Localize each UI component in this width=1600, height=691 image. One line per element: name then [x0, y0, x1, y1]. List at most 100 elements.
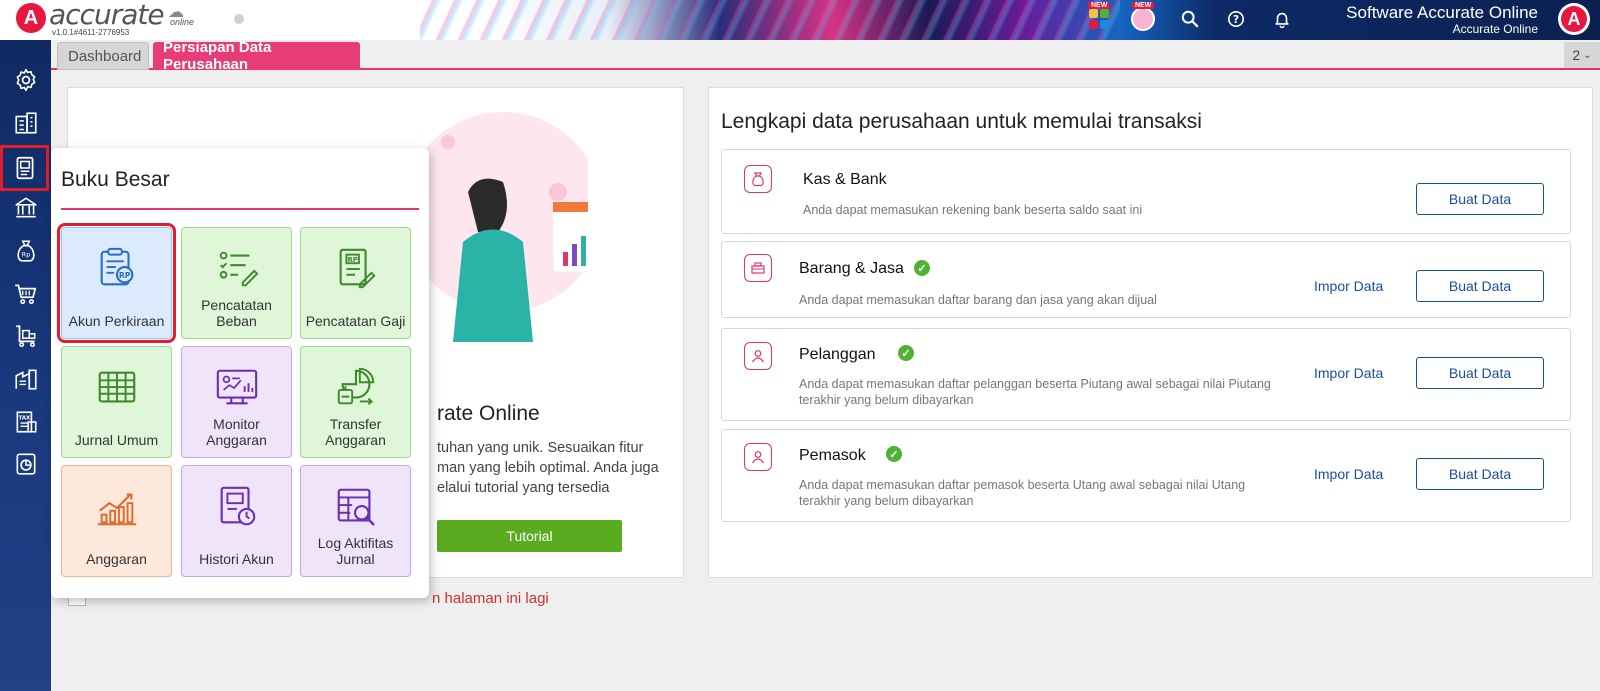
- tax-document-icon: TAX: [16, 411, 37, 433]
- impor-data-link[interactable]: Impor Data: [1314, 466, 1383, 482]
- sidebar-item-tax[interactable]: TAX: [8, 404, 44, 440]
- svg-text:RP: RP: [118, 271, 130, 280]
- tab-count-label: 2: [1572, 47, 1581, 63]
- left-sidebar: Rp TAX: [0, 40, 51, 691]
- header-decoration: [420, 0, 1120, 40]
- chevron-down-icon: ⌄: [1583, 49, 1592, 61]
- new-badge: NEW: [1088, 2, 1111, 9]
- new-badge: NEW: [1132, 2, 1155, 9]
- setup-row-desc: Anda dapat memasukan daftar barang dan j…: [799, 293, 1157, 307]
- setup-row-name: Barang & Jasa: [799, 260, 904, 277]
- tab-persiapan-data[interactable]: Persiapan Data Perusahaan: [153, 39, 360, 73]
- setup-row-desc: Anda dapat memasukan rekening bank beser…: [803, 203, 1143, 217]
- transfer-budget-icon: [337, 367, 374, 405]
- supplier-icon: [744, 443, 772, 471]
- journal-log-icon: [337, 488, 374, 526]
- sidebar-item-settings[interactable]: [8, 62, 44, 98]
- tab-dashboard[interactable]: Dashboard: [57, 42, 149, 70]
- setup-row-name: Kas & Bank: [803, 171, 887, 188]
- sidebar-item-bank[interactable]: [8, 190, 44, 226]
- buat-data-button[interactable]: Buat Data: [1416, 270, 1544, 302]
- check-circle-icon: ✓: [886, 446, 902, 462]
- menu-tile-histori-akun[interactable]: Histori Akun: [181, 465, 292, 577]
- impor-data-link[interactable]: Impor Data: [1314, 278, 1383, 294]
- payroll-icon: RP: [339, 248, 376, 289]
- setup-row-desc: Anda dapat memasukan daftar pelanggan be…: [799, 376, 1289, 408]
- dont-show-label: n halaman ini lagi: [432, 590, 549, 607]
- popup-title: Buku Besar: [61, 168, 170, 191]
- menu-tile-log-aktifitas-jurnal[interactable]: Log Aktifitas Jurnal: [300, 465, 411, 577]
- expense-list-icon: [219, 251, 258, 287]
- menu-tile-pencatatan-gaji[interactable]: RP Pencatatan Gaji: [300, 227, 411, 339]
- report-chart-icon: [16, 453, 36, 475]
- journal-grid-icon: [98, 371, 135, 403]
- svg-text:RP: RP: [347, 256, 357, 264]
- setup-row-pemasok: Pemasok ✓ Anda dapat memasukan daftar pe…: [721, 429, 1571, 522]
- user-avatar[interactable]: A: [1558, 3, 1590, 35]
- buat-data-button[interactable]: Buat Data: [1416, 458, 1544, 490]
- tile-label: Histori Akun: [199, 551, 274, 567]
- svg-text:Rp: Rp: [22, 250, 31, 258]
- sidebar-item-general-ledger[interactable]: [0, 145, 49, 191]
- tile-label: Monitor Anggaran: [206, 416, 267, 448]
- cash-icon: [744, 165, 772, 193]
- sidebar-item-receivable[interactable]: Rp: [8, 233, 44, 269]
- popup-divider: [61, 208, 419, 210]
- menu-tile-anggaran[interactable]: Anggaran: [61, 465, 172, 577]
- setup-card: Lengkapi data perusahaan untuk memulai t…: [708, 87, 1593, 578]
- help-button[interactable]: ?: [1223, 6, 1249, 32]
- version-label: v1.0.1#4611-2776953: [52, 28, 130, 37]
- buku-besar-popup-menu: Buku Besar RP Akun Perkiraan Pencatatan B…: [51, 148, 429, 598]
- menu-tile-pencatatan-beban[interactable]: Pencatatan Beban: [181, 227, 292, 339]
- buat-data-button[interactable]: Buat Data: [1416, 183, 1544, 215]
- check-circle-icon: ✓: [898, 345, 914, 361]
- help-icon: ?: [1227, 10, 1245, 28]
- sidebar-item-purchase[interactable]: [8, 318, 44, 354]
- setup-row-kas-bank: Kas & Bank Anda dapat memasukan rekening…: [721, 149, 1571, 234]
- svg-text:?: ?: [1233, 13, 1239, 26]
- setup-row-desc-line: terakhir yang belum dibayarkan: [799, 393, 974, 407]
- sidebar-item-reports[interactable]: [8, 446, 44, 482]
- tutorial-button[interactable]: Tutorial: [437, 520, 622, 552]
- goods-box-icon: [744, 254, 772, 282]
- gear-icon: [16, 68, 36, 92]
- tab-bar: Dashboard Persiapan Data Perusahaan 2 ⌄: [51, 39, 1600, 73]
- setup-row-desc-line: Anda dapat memasukan daftar pemasok bese…: [799, 478, 1246, 492]
- impor-data-link[interactable]: Impor Data: [1314, 365, 1383, 381]
- app-store-button[interactable]: NEW: [1086, 2, 1112, 32]
- bell-icon: [1275, 12, 1289, 28]
- welcome-desc-line: tuhan yang unik. Sesuaikan fitur: [437, 440, 644, 456]
- setup-row-barang-jasa: Barang & Jasa ✓ Anda dapat memasukan daf…: [721, 241, 1571, 318]
- app-grid-icon: [1089, 9, 1109, 29]
- tile-label: Log Aktifitas Jurnal: [317, 535, 394, 567]
- svg-text:TAX: TAX: [19, 415, 31, 421]
- notification-button[interactable]: [1269, 6, 1295, 32]
- welcome-illustration: [408, 112, 588, 342]
- company-subtitle: Accurate Online: [1452, 22, 1538, 36]
- menu-tile-monitor-anggaran[interactable]: Monitor Anggaran: [181, 346, 292, 458]
- check-circle-icon: ✓: [914, 260, 930, 276]
- customer-icon: [744, 342, 772, 370]
- buat-data-button[interactable]: Buat Data: [1416, 357, 1544, 389]
- setup-row-desc: Anda dapat memasukan daftar pemasok bese…: [799, 477, 1289, 509]
- menu-tile-transfer-anggaran[interactable]: Transfer Anggaran: [300, 346, 411, 458]
- tile-label: Jurnal Umum: [74, 432, 159, 448]
- sidebar-item-inventory[interactable]: [8, 361, 44, 397]
- accurate-logo-icon[interactable]: A: [16, 3, 46, 33]
- search-icon: [1181, 10, 1199, 28]
- setup-title: Lengkapi data perusahaan untuk memulai t…: [721, 110, 1202, 133]
- welcome-description: tuhan yang unik. Sesuaikan fitur man yan…: [437, 438, 677, 498]
- menu-tile-akun-perkiraan[interactable]: RP Akun Perkiraan: [57, 223, 176, 343]
- welcome-title: rate Online: [437, 402, 540, 425]
- tile-label: Pencatatan Beban: [201, 297, 272, 329]
- warehouse-icon: [15, 369, 37, 390]
- menu-tile-jurnal-umum[interactable]: Jurnal Umum: [61, 346, 172, 458]
- mascot-icon: [1131, 7, 1155, 31]
- mascot-button[interactable]: NEW: [1130, 2, 1156, 32]
- account-chart-icon: RP: [100, 247, 133, 286]
- tile-label: Akun Perkiraan: [68, 313, 165, 329]
- tab-count-dropdown[interactable]: 2 ⌄: [1564, 42, 1600, 68]
- sidebar-item-sales[interactable]: [8, 276, 44, 312]
- sidebar-item-company[interactable]: [8, 105, 44, 141]
- search-button[interactable]: [1177, 6, 1203, 32]
